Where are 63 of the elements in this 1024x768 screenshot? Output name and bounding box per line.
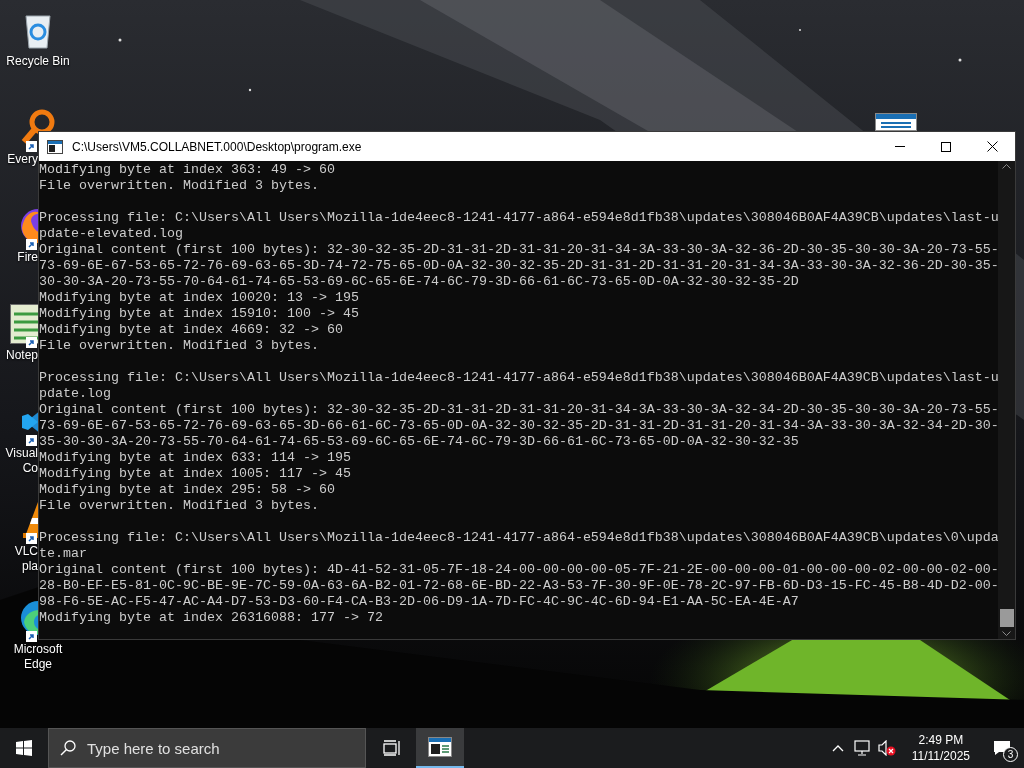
maximize-icon xyxy=(941,141,951,152)
icon-label: Every xyxy=(7,152,38,167)
icon-label: Edge xyxy=(24,657,52,672)
minimize-icon xyxy=(895,146,905,147)
shortcut-arrow-icon xyxy=(26,337,37,348)
console-line: Original content (first 100 bytes): 32-30-32-35-2D-31-31-2D-31-31-20-31-34-3A-33-30-3A-32-34-2D-30-35-30-30-3A-20-73-55- xyxy=(39,402,998,418)
console-line: Modifying byte at index 633: 114 -> 195 xyxy=(39,450,352,466)
speaker-icon[interactable] xyxy=(877,740,896,756)
console-line: 28-B0-EF-E5-81-0C-9C-BE-9E-7C-59-0A-63-6A-B2-01-72-68-6E-BD-22-A3-53-7F-30-9F-0E-78-2C-97-FB-6D-D3-15-FC-45-B8-4D-D2-00- xyxy=(39,578,998,594)
console-line: Modifying byte at index 26316088: 177 -> 72 xyxy=(39,610,384,626)
icon-label: Co xyxy=(22,461,38,476)
icon-label: Visual xyxy=(5,446,38,461)
console-line: Processing file: C:\Users\All Users\Mozilla-1de4eec8-1241-4177-a864-e594e8d1fb38\updates\308046B0AF4A39CB\updates\0\upda xyxy=(39,530,998,546)
console-line: Modifying byte at index 4669: 32 -> 60 xyxy=(39,322,344,338)
console-line: 73-69-6E-67-53-65-72-76-69-63-65-3D-74-72-75-65-0D-0A-32-30-32-35-2D-31-31-2D-31-31-20-31-34-3A-33-30-3A-32-36-2D-30-35- xyxy=(39,258,998,274)
console-line: Modifying byte at index 10020: 13 -> 195 xyxy=(39,290,360,306)
icon-label: pla xyxy=(22,559,38,574)
console-line: 73-69-6E-67-53-65-72-76-69-63-65-3D-66-61-6C-73-65-0D-0A-32-30-32-35-2D-31-31-2D-31-31-20-31-34-3A-33-30-3A-32-34-2D-30- xyxy=(39,418,998,434)
console-icon xyxy=(428,737,452,757)
console-line: Modifying byte at index 295: 58 -> 60 xyxy=(39,482,336,498)
shortcut-arrow-icon xyxy=(26,239,37,250)
console-line: Modifying byte at index 363: 49 -> 60 xyxy=(39,162,336,178)
scroll-up-icon[interactable] xyxy=(1002,164,1011,169)
scroll-down-icon[interactable] xyxy=(1002,631,1011,636)
console-line: 35-30-30-3A-20-73-55-70-64-61-74-65-53-69-6C-65-6E-74-6C-79-3D-66-61-6C-73-65-0D-0A-32-30-32-35 xyxy=(39,434,800,450)
shortcut-arrow-icon xyxy=(26,141,37,152)
icon-label: Fire xyxy=(17,250,38,265)
console-line: File overwritten. Modified 3 bytes. xyxy=(39,178,320,194)
console-line: Processing file: C:\Users\All Users\Mozilla-1de4eec8-1241-4177-a864-e594e8d1fb38\updates\308046B0AF4A39CB\updates\last-u xyxy=(39,210,998,226)
scrollbar[interactable] xyxy=(998,161,1015,639)
notification-badge: 3 xyxy=(1003,747,1018,762)
search-icon xyxy=(60,740,76,756)
windows-logo-icon xyxy=(16,740,32,756)
console-line: 30-30-3A-20-73-55-70-64-61-74-65-53-69-6C-65-6E-74-6C-79-3D-66-61-6C-73-65-0D-0A-32-30-32-35-2D xyxy=(39,274,800,290)
task-view-icon xyxy=(383,740,401,756)
console-line: Modifying byte at index 15910: 100 -> 45 xyxy=(39,306,360,322)
search-field[interactable]: Type here to search xyxy=(48,728,366,768)
console-line: File overwritten. Modified 3 bytes. xyxy=(39,338,320,354)
clock[interactable]: 2:49 PM 11/11/2025 xyxy=(905,732,976,764)
console-line: Original content (first 100 bytes): 4D-41-52-31-05-7F-18-24-00-00-00-00-05-7F-21-2E-00-00-00-01-00-00-00-02-00-00-02-00- xyxy=(39,562,998,578)
icon-label: Recycle Bin xyxy=(6,54,70,69)
shortcut-arrow-icon xyxy=(26,435,37,446)
console-line: 98-F6-5E-AC-F5-47-AC-A4-D7-53-D3-60-F4-CA-B3-2D-06-D9-1A-7D-FC-4C-9C-4C-6D-94-E1-AA-5C-EA-4E-A7 xyxy=(39,594,800,610)
console-line: Original content (first 100 bytes): 32-30-32-35-2D-31-31-2D-31-31-20-31-34-3A-33-30-3A-32-36-2D-30-35-30-30-3A-20-73-55- xyxy=(39,242,998,258)
shortcut-arrow-icon xyxy=(26,631,37,642)
console-line: Modifying byte at index 1005: 117 -> 45 xyxy=(39,466,352,482)
network-icon[interactable] xyxy=(853,740,872,756)
close-icon xyxy=(986,141,998,152)
icon-label: Microsoft xyxy=(13,642,63,657)
taskbar-app-button[interactable] xyxy=(416,728,464,768)
console-icon xyxy=(47,139,63,154)
shortcut-arrow-icon xyxy=(26,533,37,544)
icon-label: VLC xyxy=(14,544,38,559)
console-line: pdate-elevated.log xyxy=(39,226,184,242)
console-line: pdate.log xyxy=(39,386,112,402)
console-line: File overwritten. Modified 3 bytes. xyxy=(39,498,320,514)
chevron-up-icon[interactable] xyxy=(831,744,844,752)
icon-label: Notep xyxy=(5,348,38,363)
console-line: Processing file: C:\Users\All Users\Mozilla-1de4eec8-1241-4177-a864-e594e8d1fb38\updates\308046B0AF4A39CB\updates\last-u xyxy=(39,370,998,386)
window-title: C:\Users\VM5.COLLABNET.000\Desktop\program.exe xyxy=(72,138,362,156)
scroll-thumb[interactable] xyxy=(999,609,1014,627)
console-line: te.mar xyxy=(39,546,88,562)
notifications-button[interactable]: 3 xyxy=(980,728,1024,768)
